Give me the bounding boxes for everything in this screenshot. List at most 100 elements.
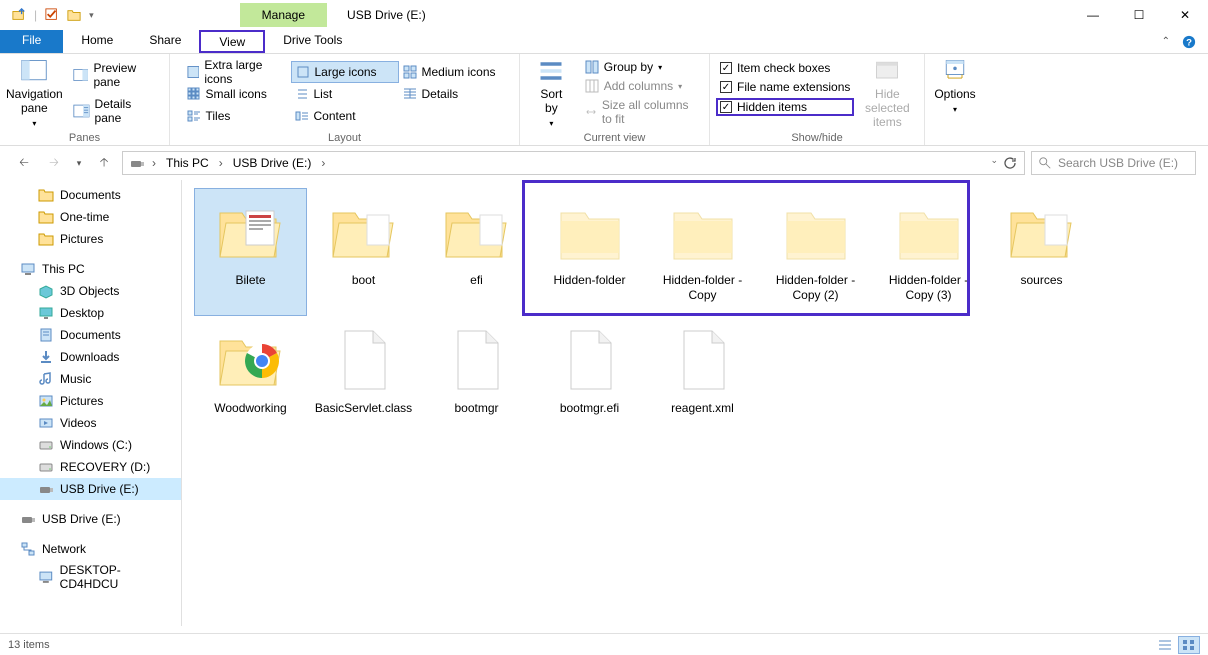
tab-view[interactable]: View bbox=[199, 30, 265, 53]
recent-dropdown[interactable]: ▾ bbox=[72, 151, 86, 175]
layout-tiles[interactable]: Tiles bbox=[183, 105, 291, 127]
this-pc-icon bbox=[20, 261, 36, 277]
file-item[interactable]: Woodworking bbox=[194, 316, 307, 444]
tree-item[interactable]: Videos bbox=[0, 412, 181, 434]
hidden-items-toggle[interactable]: ✓Hidden items bbox=[716, 98, 854, 116]
file-item[interactable]: Hidden-folder - Copy bbox=[646, 188, 759, 316]
tree-item[interactable]: Windows (C:) bbox=[0, 434, 181, 456]
tree-item[interactable]: 3D Objects bbox=[0, 280, 181, 302]
folder-hidden-icon bbox=[553, 195, 627, 269]
item-count: 13 items bbox=[8, 639, 50, 651]
file-item[interactable]: BasicServlet.class bbox=[307, 316, 420, 444]
group-by-button[interactable]: Group by ▾ bbox=[581, 59, 703, 75]
layout-group-label: Layout bbox=[176, 131, 513, 144]
network-icon bbox=[20, 541, 36, 557]
tree-item[interactable]: Music bbox=[0, 368, 181, 390]
layout-content[interactable]: Content bbox=[291, 105, 399, 127]
file-item[interactable]: reagent.xml bbox=[646, 316, 759, 444]
tree-item[interactable]: Documents bbox=[0, 184, 181, 206]
icons-view-button[interactable] bbox=[1178, 636, 1200, 654]
refresh-icon[interactable] bbox=[1002, 155, 1018, 171]
tree-item[interactable]: One-time bbox=[0, 206, 181, 228]
options-icon bbox=[941, 57, 969, 85]
file-item[interactable]: Hidden-folder bbox=[533, 188, 646, 316]
crumb-location[interactable]: USB Drive (E:) bbox=[230, 156, 315, 170]
checkbox-checked-icon[interactable] bbox=[45, 8, 59, 22]
navigation-pane-button[interactable]: Navigation pane ▾ bbox=[6, 57, 63, 131]
window-controls: — ☐ ✕ bbox=[1070, 0, 1208, 30]
tree-item[interactable]: Downloads bbox=[0, 346, 181, 368]
tab-file[interactable]: File bbox=[0, 30, 63, 53]
add-columns-button[interactable]: Add columns ▾ bbox=[581, 78, 703, 94]
search-box[interactable]: Search USB Drive (E:) bbox=[1031, 151, 1196, 175]
file-icon bbox=[327, 323, 401, 397]
tab-home[interactable]: Home bbox=[63, 30, 131, 53]
file-extensions-toggle[interactable]: ✓File name extensions bbox=[716, 79, 854, 95]
layout-extra-large[interactable]: Extra large icons bbox=[183, 61, 291, 83]
details-pane-button[interactable]: Details pane bbox=[67, 95, 163, 127]
tree-network[interactable]: Network bbox=[0, 538, 181, 560]
layout-details[interactable]: Details bbox=[399, 83, 507, 105]
file-item[interactable]: boot bbox=[307, 188, 420, 316]
navigation-tree[interactable]: DocumentsOne-timePictures This PC 3D Obj… bbox=[0, 180, 182, 626]
help-icon[interactable]: ? bbox=[1182, 35, 1196, 49]
tree-item[interactable]: USB Drive (E:) bbox=[0, 478, 181, 500]
options-button[interactable]: Options ▾ bbox=[931, 57, 979, 117]
show-hide-group-label: Show/hide bbox=[716, 131, 918, 144]
layout-small[interactable]: Small icons bbox=[183, 83, 291, 105]
back-button[interactable]: 🡠 bbox=[12, 151, 36, 175]
qat-dropdown-icon[interactable]: ▾ bbox=[89, 10, 94, 21]
layout-list[interactable]: List bbox=[291, 83, 399, 105]
file-item[interactable]: Hidden-folder - Copy (2) bbox=[759, 188, 872, 316]
ribbon-group-options: Options ▾ bbox=[925, 54, 985, 145]
tree-this-pc[interactable]: This PC bbox=[0, 258, 181, 280]
preview-pane-button[interactable]: Preview pane bbox=[67, 59, 163, 91]
layout-medium[interactable]: Medium icons bbox=[399, 61, 507, 83]
address-dropdown-icon[interactable]: ⌄ bbox=[990, 155, 998, 171]
ribbon-group-show-hide: ✓Item check boxes ✓File name extensions … bbox=[710, 54, 925, 145]
size-columns-icon bbox=[585, 105, 597, 119]
tab-bar: File Home Share View Drive Tools ⌃ ? bbox=[0, 30, 1208, 54]
ribbon-group-panes: Navigation pane ▾ Preview pane Details p… bbox=[0, 54, 170, 145]
ribbon-group-layout: Extra large icons Large icons Medium ico… bbox=[170, 54, 520, 145]
svg-text:?: ? bbox=[1186, 37, 1192, 48]
forward-button[interactable]: 🡢 bbox=[42, 151, 66, 175]
tree-item[interactable]: Pictures bbox=[0, 390, 181, 412]
tree-item[interactable]: Pictures bbox=[0, 228, 181, 250]
layout-large[interactable]: Large icons bbox=[291, 61, 399, 83]
file-item[interactable]: sources bbox=[985, 188, 1098, 316]
details-view-button[interactable] bbox=[1154, 636, 1176, 654]
usb-drive-icon bbox=[20, 511, 36, 527]
ribbon-collapse-icon[interactable]: ⌃ bbox=[1162, 36, 1170, 47]
file-item[interactable]: Hidden-folder - Copy (3) bbox=[872, 188, 985, 316]
up-button[interactable]: 🡡 bbox=[92, 151, 116, 175]
file-icon bbox=[666, 323, 740, 397]
crumb-this-pc[interactable]: This PC bbox=[163, 156, 212, 170]
breadcrumb-bar[interactable]: This PC USB Drive (E:) ⌄ bbox=[122, 151, 1025, 175]
usb-drive-icon bbox=[129, 155, 145, 171]
file-item[interactable]: bootmgr bbox=[420, 316, 533, 444]
tree-item[interactable]: RECOVERY (D:) bbox=[0, 456, 181, 478]
content-area[interactable]: BiletebootefiHidden-folderHidden-folder … bbox=[182, 180, 1208, 626]
folder-icon bbox=[214, 195, 288, 269]
sort-by-button[interactable]: Sort by ▾ bbox=[526, 57, 577, 131]
file-item[interactable]: bootmgr.efi bbox=[533, 316, 646, 444]
close-button[interactable]: ✕ bbox=[1162, 0, 1208, 30]
minimize-button[interactable]: — bbox=[1070, 0, 1116, 30]
tree-item[interactable]: Desktop bbox=[0, 302, 181, 324]
size-columns-button[interactable]: Size all columns to fit bbox=[581, 97, 703, 127]
tree-item[interactable]: Documents bbox=[0, 324, 181, 346]
hide-selected-button[interactable]: Hide selected items bbox=[858, 57, 916, 129]
file-item[interactable]: efi bbox=[420, 188, 533, 316]
folder-icon[interactable] bbox=[67, 8, 81, 22]
tree-item[interactable]: DESKTOP-CD4HDCU bbox=[0, 560, 181, 594]
tab-share[interactable]: Share bbox=[131, 30, 199, 53]
manage-contextual-tab[interactable]: Manage bbox=[240, 3, 327, 27]
item-check-boxes-toggle[interactable]: ✓Item check boxes bbox=[716, 60, 854, 76]
folder-up-icon[interactable] bbox=[12, 8, 26, 22]
ribbon: Navigation pane ▾ Preview pane Details p… bbox=[0, 54, 1208, 146]
tree-usb-drive[interactable]: USB Drive (E:) bbox=[0, 508, 181, 530]
tab-drive-tools[interactable]: Drive Tools bbox=[265, 30, 360, 53]
maximize-button[interactable]: ☐ bbox=[1116, 0, 1162, 30]
file-item[interactable]: Bilete bbox=[194, 188, 307, 316]
